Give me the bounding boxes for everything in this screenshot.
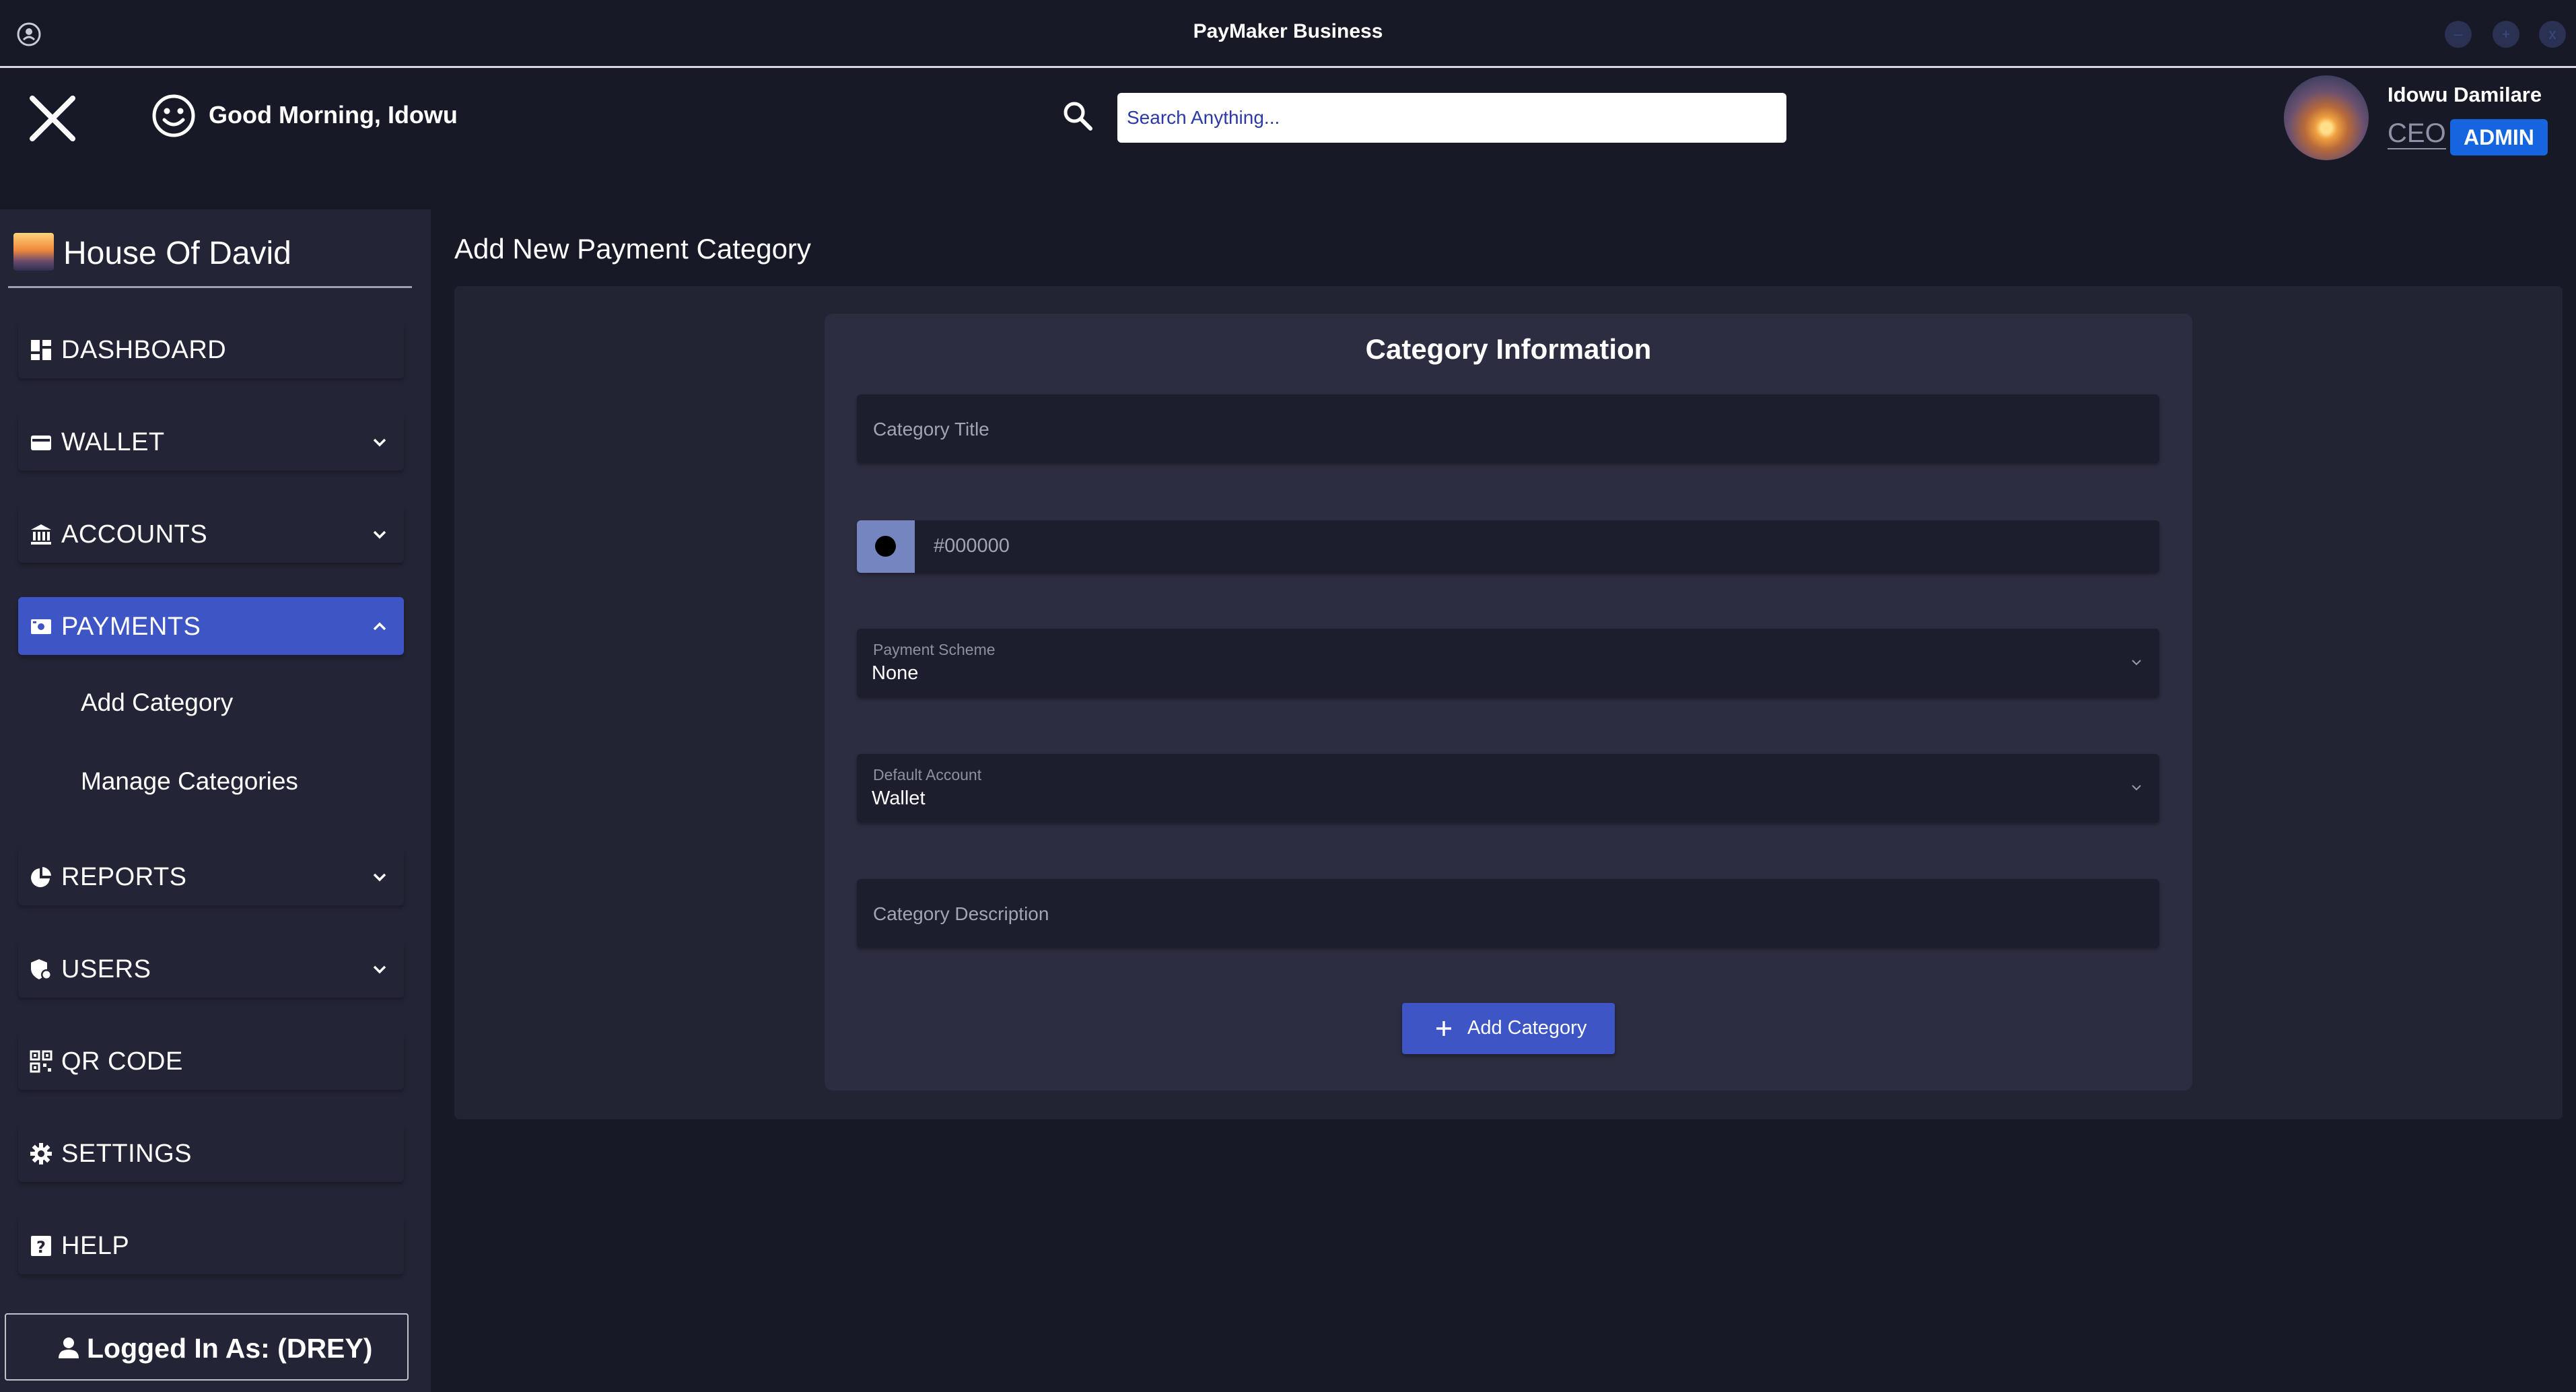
sidebar: House Of David DASHBOARD WALLET ACCOUNTS… [0,209,431,1392]
sidebar-item-label: WALLET [61,428,165,456]
default-account-label: Default Account [873,766,982,784]
sidebar-item-qr-code[interactable]: QR CODE [18,1032,404,1090]
minimize-button[interactable]: – [2445,21,2472,48]
plus-icon [1436,1021,1451,1036]
color-dot [875,536,896,557]
sidebar-item-reports[interactable]: REPORTS [18,847,404,905]
greeting-text: Good Morning, Idowu [209,101,458,129]
window-title: PayMaker Business [1193,20,1383,42]
wallet-icon [31,436,51,450]
sidebar-item-dashboard[interactable]: DASHBOARD [18,320,404,378]
sidebar-item-label: DASHBOARD [61,336,227,364]
sidebar-item-accounts[interactable]: ACCOUNTS [18,505,404,563]
sidebar-subitem-add-category[interactable]: Add Category [81,689,233,717]
chevron-down-icon [373,438,386,447]
help-icon: ? [31,1236,51,1257]
user-icon [59,1337,79,1358]
sidebar-subitem-manage-categories[interactable]: Manage Categories [81,767,298,796]
qr-code-icon [30,1050,53,1073]
close-icon[interactable] [27,93,78,144]
chevron-up-icon [373,622,386,631]
default-account-select[interactable]: Default Account Wallet [857,754,2159,823]
search-icon[interactable] [1062,100,1093,131]
sidebar-item-label: REPORTS [61,863,187,891]
logged-in-label: Logged In As: (DREY) [87,1333,373,1364]
color-picker-field[interactable]: #000000 [857,520,2159,573]
chevron-down-icon [373,965,386,974]
sidebar-item-users[interactable]: USERS [18,940,404,998]
org-name: House Of David [63,236,291,271]
bank-icon [31,524,51,545]
search-input[interactable] [1117,93,1786,143]
payment-scheme-label: Payment Scheme [873,641,996,658]
user-role: CEO [2388,118,2446,149]
maximize-button[interactable]: + [2493,21,2519,48]
category-title-field[interactable]: Category Title [857,394,2159,463]
page-title: Add New Payment Category [454,233,811,265]
gear-icon [30,1143,52,1164]
close-window-button[interactable]: x [2539,21,2566,48]
color-swatch-button[interactable] [857,520,915,573]
pie-chart-icon [31,867,51,887]
add-category-button[interactable]: Add Category [1402,1003,1615,1054]
users-icon [31,959,52,980]
org-logo [13,233,54,271]
sidebar-item-label: QR CODE [61,1047,183,1076]
chevron-down-icon [2132,785,2141,791]
sidebar-item-label: ACCOUNTS [61,520,208,549]
payment-scheme-value: None [872,662,919,684]
sidebar-item-label: USERS [61,955,151,983]
card-title: Category Information [1365,333,1652,365]
sidebar-item-payments[interactable]: PAYMENTS [18,597,404,655]
payment-scheme-select[interactable]: Payment Scheme None [857,629,2159,697]
sidebar-item-label: HELP [61,1232,130,1260]
category-description-field[interactable]: Category Description [857,879,2159,948]
sidebar-item-label: PAYMENTS [61,613,201,641]
window-titlebar: PayMaker Business – + x [0,0,2576,68]
chevron-down-icon [2132,660,2141,666]
smile-icon [152,94,195,137]
payments-icon [31,619,51,634]
add-category-label: Add Category [1467,1017,1587,1039]
default-account-value: Wallet [872,788,926,809]
user-name: Idowu Damilare [2388,83,2542,106]
category-title-placeholder: Category Title [873,419,989,440]
dashboard-icon [31,340,51,360]
sidebar-item-label: SETTINGS [61,1140,193,1168]
admin-badge: ADMIN [2450,119,2548,155]
svg-text:?: ? [36,1238,46,1257]
logged-in-button[interactable]: Logged In As: (DREY) [5,1313,409,1381]
sidebar-item-settings[interactable]: SETTINGS [18,1124,404,1182]
sidebar-item-help[interactable]: ? HELP [18,1216,404,1274]
category-description-placeholder: Category Description [873,903,1049,924]
org-divider [8,286,412,288]
chevron-down-icon [373,873,386,882]
avatar[interactable] [2284,75,2369,160]
color-value: #000000 [934,535,1010,557]
sidebar-item-wallet[interactable]: WALLET [18,413,404,471]
chevron-down-icon [373,530,386,539]
